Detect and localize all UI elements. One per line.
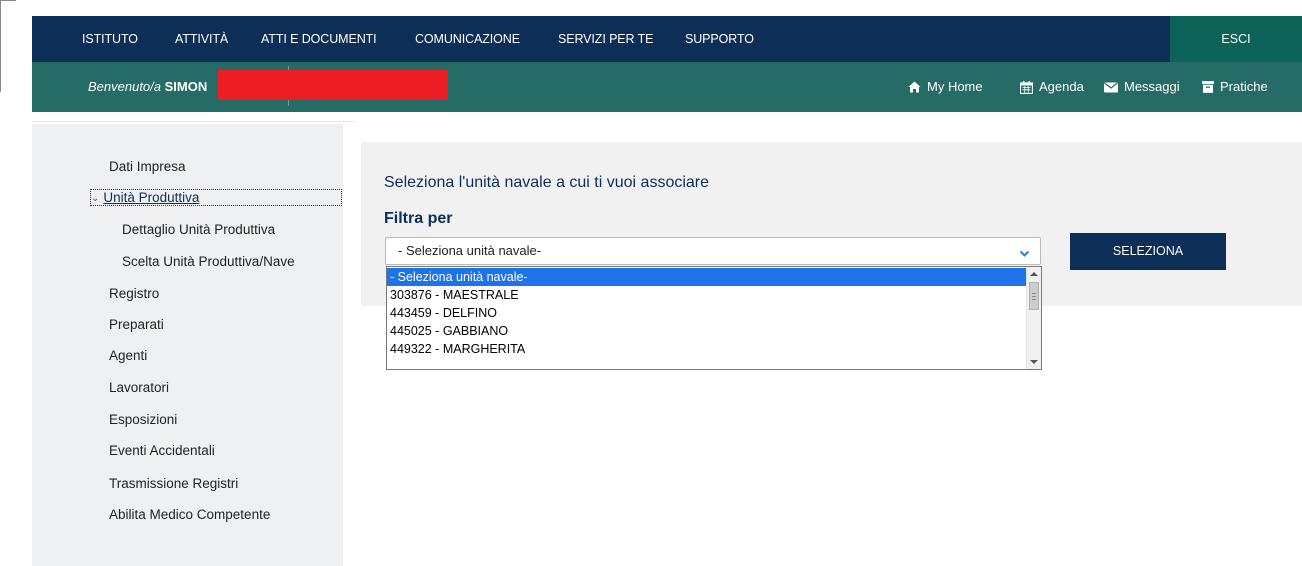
home-icon	[908, 81, 921, 93]
sidebar-item-dati-impresa[interactable]: Dati Impresa	[109, 159, 186, 174]
redaction-box	[218, 70, 448, 100]
unit-select-value: - Seleziona unità navale-	[398, 243, 542, 258]
welcome-prefix: Benvenuto/a	[88, 79, 162, 94]
user-bar: Benvenuto/a SIMON My Home Agenda Messagg…	[32, 62, 1302, 112]
seleziona-button[interactable]: SELEZIONA	[1070, 233, 1226, 270]
sidebar-item-unita-produttiva[interactable]: ⌄ Unità Produttiva	[90, 189, 342, 206]
pratiche-label: Pratiche	[1220, 79, 1268, 94]
nav-atti-e-documenti[interactable]: ATTI E DOCUMENTI	[261, 16, 377, 62]
scrollbar-thumb[interactable]	[1029, 282, 1039, 310]
sidebar-item-dettaglio-unita-produttiva[interactable]: Dettaglio Unità Produttiva	[122, 222, 275, 237]
dropdown-option[interactable]: 445025 - GABBIANO	[387, 322, 1027, 340]
nav-servizi-per-te[interactable]: SERVIZI PER TE	[558, 16, 653, 62]
nav-comunicazione[interactable]: COMUNICAZIONE	[415, 16, 520, 62]
filter-label: Filtra per	[384, 210, 453, 227]
scroll-down-arrow-icon[interactable]	[1030, 360, 1038, 364]
dropdown-scrollbar[interactable]	[1026, 267, 1041, 369]
calendar-icon	[1020, 80, 1033, 94]
sidebar-item-registro[interactable]: Registro	[109, 286, 159, 301]
logout-button[interactable]: ESCI	[1170, 16, 1302, 62]
agenda-link[interactable]: Agenda	[1020, 62, 1084, 112]
sidebar-item-preparati[interactable]: Preparati	[109, 317, 164, 332]
agenda-label: Agenda	[1039, 79, 1084, 94]
unit-select[interactable]: - Seleziona unità navale-	[385, 237, 1041, 265]
page-title: Seleziona l'unità navale a cui ti vuoi a…	[384, 174, 710, 191]
my-home-label: My Home	[927, 79, 983, 94]
sidebar-item-trasmissione-registri[interactable]: Trasmissione Registri	[109, 476, 238, 491]
sidebar-item-eventi-accidentali[interactable]: Eventi Accidentali	[109, 443, 215, 458]
dropdown-option[interactable]: 303876 - MAESTRALE	[387, 286, 1027, 304]
sidebar-item-abilita-medico-competente[interactable]: Abilita Medico Competente	[109, 507, 270, 522]
dropdown-option[interactable]: 449322 - MARGHERITA	[387, 340, 1027, 358]
nav-supporto[interactable]: SUPPORTO	[685, 16, 754, 62]
nav-istituto[interactable]: ISTITUTO	[82, 16, 138, 62]
chevron-down-icon	[1019, 245, 1030, 263]
unit-dropdown-list[interactable]: - Seleziona unità navale- 303876 - MAEST…	[386, 266, 1042, 370]
window-corner-mark	[0, 0, 16, 92]
pratiche-link[interactable]: Pratiche	[1202, 62, 1268, 112]
my-home-link[interactable]: My Home	[908, 62, 983, 112]
dropdown-option[interactable]: - Seleziona unità navale-	[387, 268, 1027, 286]
sidebar-item-esposizioni[interactable]: Esposizioni	[109, 412, 177, 427]
envelope-icon	[1104, 82, 1118, 93]
sidebar-item-scelta-unita-produttiva-nave[interactable]: Scelta Unità Produttiva/Nave	[122, 254, 295, 269]
sidebar-item-agenti[interactable]: Agenti	[109, 348, 147, 363]
dropdown-option[interactable]: 443459 - DELFINO	[387, 304, 1027, 322]
messaggi-label: Messaggi	[1124, 79, 1180, 94]
top-navigation: ISTITUTO ATTIVITÀ ATTI E DOCUMENTI COMUN…	[32, 16, 1302, 62]
user-name: SIMON	[164, 79, 208, 94]
nav-attivita[interactable]: ATTIVITÀ	[175, 16, 228, 62]
chevron-down-icon: ⌄	[91, 193, 100, 204]
sidebar-item-lavoratori[interactable]: Lavoratori	[109, 380, 169, 395]
welcome-message: Benvenuto/a SIMON	[88, 62, 207, 112]
sidebar-item-label: Unità Produttiva	[103, 190, 200, 205]
messaggi-link[interactable]: Messaggi	[1104, 62, 1180, 112]
scroll-up-arrow-icon[interactable]	[1030, 272, 1038, 276]
archive-icon	[1202, 81, 1214, 93]
